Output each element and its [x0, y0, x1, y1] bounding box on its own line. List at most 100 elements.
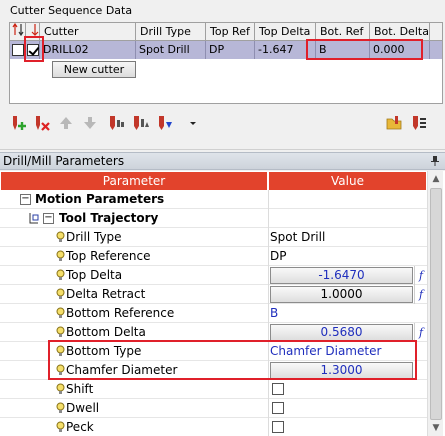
move-down-icon[interactable]: [81, 114, 99, 132]
dropdown-arrow-icon[interactable]: [184, 114, 196, 132]
sort-down-icon: [31, 24, 39, 36]
bulb-icon: [56, 288, 65, 299]
vertical-scrollbar[interactable]: ▲ ▼: [427, 171, 443, 436]
param-row-top-reference[interactable]: Top Reference DP: [0, 247, 427, 266]
param-row-bottom-reference[interactable]: Bottom Reference B: [0, 304, 427, 323]
open-folder-icon[interactable]: [386, 114, 404, 132]
header-bot-delta[interactable]: Bot. Delta: [370, 23, 430, 41]
bulb-icon: [56, 402, 65, 413]
cell-top-delta[interactable]: -1.647: [255, 41, 316, 59]
row-select-checkbox[interactable]: [12, 44, 24, 56]
new-cutter-button[interactable]: New cutter: [52, 61, 136, 78]
params-grid: Parameter Value − Motion Parameters − To…: [0, 171, 445, 436]
param-name: Drill Type: [66, 230, 122, 244]
cell-drill-type[interactable]: Spot Drill: [136, 41, 206, 59]
param-name: Bottom Type: [66, 344, 142, 358]
peck-checkbox[interactable]: [272, 421, 284, 433]
table-row[interactable]: DRILL02 Spot Drill DP -1.647 B 0.000: [10, 41, 442, 59]
header-value: Value: [269, 172, 426, 190]
cutter-list-icon[interactable]: [410, 114, 428, 132]
param-name: Bottom Reference: [66, 306, 175, 320]
collapse-icon[interactable]: −: [20, 194, 31, 205]
header-cutter[interactable]: Cutter: [40, 23, 136, 41]
bulb-icon: [56, 345, 65, 356]
bulb-icon: [56, 250, 65, 261]
param-name: Delta Retract: [66, 287, 146, 301]
cell-cutter[interactable]: DRILL02: [40, 41, 136, 59]
cell-bot-ref[interactable]: B: [316, 41, 370, 59]
param-name: Bottom Delta: [66, 325, 146, 339]
scroll-up-icon[interactable]: ▲: [428, 171, 444, 187]
app-window: Cutter Sequence Data Cutter Drill Type T…: [0, 0, 445, 436]
row-select-cell[interactable]: [10, 41, 26, 59]
formula-icon[interactable]: f: [414, 285, 427, 304]
add-cutter-icon[interactable]: [10, 114, 28, 132]
column-separator: [268, 266, 269, 285]
section-tool-trajectory[interactable]: − Tool Trajectory: [0, 209, 427, 228]
formula-icon[interactable]: f: [414, 323, 427, 342]
cutter-toolbar: [0, 110, 445, 136]
column-separator: [268, 247, 269, 266]
param-name: Chamfer Diameter: [66, 363, 178, 377]
param-value[interactable]: Chamfer Diameter: [270, 342, 381, 361]
column-separator: [268, 228, 269, 247]
param-value-field[interactable]: 1.3000: [270, 362, 413, 379]
param-value-field[interactable]: -1.6470: [270, 267, 413, 284]
column-separator: [268, 209, 269, 228]
param-value-field[interactable]: 0.5680: [270, 324, 413, 341]
param-name: Top Delta: [66, 268, 123, 282]
cutter-tool-2-icon[interactable]: [132, 114, 150, 132]
bulb-icon: [56, 269, 65, 280]
header-top-delta[interactable]: Top Delta: [255, 23, 316, 41]
formula-icon[interactable]: f: [414, 266, 427, 285]
bulb-icon: [56, 421, 65, 432]
column-separator: [268, 190, 269, 209]
param-row-delta-retract[interactable]: Delta Retract 1.0000 f: [0, 285, 427, 304]
bulb-icon: [56, 326, 65, 337]
header-parameter: Parameter: [1, 172, 267, 190]
grid-header-row: Cutter Drill Type Top Ref Top Delta Bot.…: [10, 23, 442, 41]
scroll-down-icon[interactable]: ▼: [428, 420, 444, 436]
cell-bot-delta[interactable]: 0.000: [370, 41, 430, 59]
cutter-sequence-panel: Cutter Sequence Data Cutter Drill Type T…: [0, 0, 445, 150]
param-row-peck[interactable]: Peck: [0, 418, 427, 436]
shift-checkbox[interactable]: [272, 383, 284, 395]
param-row-chamfer-diameter[interactable]: Chamfer Diameter 1.3000: [0, 361, 427, 380]
cutter-tool-icon[interactable]: [108, 114, 126, 132]
header-drill-type[interactable]: Drill Type: [136, 23, 206, 41]
param-value[interactable]: DP: [270, 247, 286, 266]
header-sort-cell[interactable]: [10, 23, 26, 41]
header-top-ref[interactable]: Top Ref: [206, 23, 255, 41]
param-row-bottom-type[interactable]: Bottom Type Chamfer Diameter: [0, 342, 427, 361]
pin-icon[interactable]: [429, 155, 441, 167]
delete-cutter-icon[interactable]: [33, 114, 51, 132]
param-value[interactable]: B: [270, 304, 278, 323]
param-row-bottom-delta[interactable]: Bottom Delta 0.5680 f: [0, 323, 427, 342]
bulb-icon: [56, 364, 65, 375]
row-enable-checkbox[interactable]: [27, 44, 39, 56]
param-row-top-delta[interactable]: Top Delta -1.6470 f: [0, 266, 427, 285]
section-label: Tool Trajectory: [59, 211, 159, 225]
cell-top-ref[interactable]: DP: [206, 41, 255, 59]
panel-title: Cutter Sequence Data: [10, 4, 133, 17]
move-up-icon[interactable]: [57, 114, 75, 132]
trajectory-icon: [29, 213, 39, 224]
param-name: Shift: [66, 382, 94, 396]
column-separator: [268, 399, 269, 418]
param-value[interactable]: Spot Drill: [270, 228, 325, 247]
bulb-icon: [56, 231, 65, 242]
param-value-field[interactable]: 1.0000: [270, 286, 413, 303]
collapse-icon[interactable]: −: [43, 213, 54, 224]
scrollbar-thumb[interactable]: [430, 188, 442, 420]
dwell-checkbox[interactable]: [272, 402, 284, 414]
param-row-dwell[interactable]: Dwell: [0, 399, 427, 418]
row-enable-cell[interactable]: [26, 41, 40, 59]
header-sort-cell-2[interactable]: [26, 23, 40, 41]
column-separator: [268, 361, 269, 380]
header-bot-ref[interactable]: Bot. Ref: [316, 23, 370, 41]
section-motion-parameters[interactable]: − Motion Parameters: [0, 190, 427, 209]
cutter-tool-3-icon[interactable]: [156, 114, 174, 132]
param-row-shift[interactable]: Shift: [0, 380, 427, 399]
param-row-drill-type[interactable]: Drill Type Spot Drill: [0, 228, 427, 247]
column-separator: [268, 380, 269, 399]
